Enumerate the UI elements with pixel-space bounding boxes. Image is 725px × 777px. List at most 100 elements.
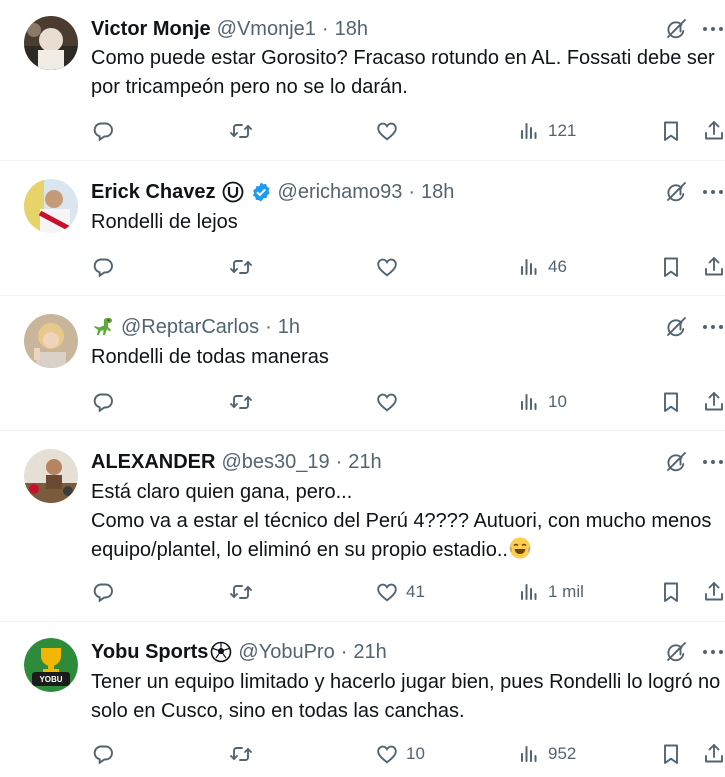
share-button[interactable] [702, 254, 725, 280]
author-name[interactable]: Erick Chavez [91, 181, 216, 204]
grok-icon[interactable] [663, 639, 689, 665]
views-icon [517, 742, 541, 766]
retweet-button[interactable] [229, 741, 260, 767]
avatar[interactable] [24, 16, 78, 70]
share-icon [702, 390, 725, 414]
timestamp[interactable]: 1h [278, 316, 300, 339]
bookmark-button[interactable] [659, 389, 683, 415]
timestamp[interactable]: 18h [335, 18, 368, 41]
views-button[interactable]: 952 [517, 741, 576, 767]
views-button[interactable]: 10 [517, 389, 567, 415]
views-icon [517, 390, 541, 414]
tweet-text: Tener un equipo limitado y hacerlo jugar… [91, 671, 721, 722]
author-handle[interactable]: @Vmonje1 [217, 18, 316, 41]
bookmark-button[interactable] [659, 118, 683, 144]
share-icon [702, 255, 725, 279]
bookmark-button[interactable] [659, 579, 683, 605]
tweet-text: Está claro quien gana, pero... Como va a… [91, 478, 721, 565]
tweet-header: ALEXANDER @bes30_19 · 21h [91, 449, 382, 475]
tweet-header: Erick Chavez @erichamo93 · 18h [91, 179, 454, 205]
tweet[interactable]: ALEXANDER @bes30_19 · 21h Está claro qui… [0, 431, 725, 622]
view-count: 1 mil [548, 582, 584, 601]
avatar[interactable] [24, 314, 78, 368]
tweet[interactable]: YOBU Yobu Sports @YobuPro · 21h Tener un… [0, 622, 725, 777]
more-icon[interactable] [700, 16, 725, 42]
crying-laughing-emoji-icon [508, 536, 532, 560]
retweet-button[interactable] [229, 389, 260, 415]
reply-button[interactable] [91, 389, 122, 415]
heart-icon [375, 255, 399, 279]
share-icon [702, 742, 725, 766]
view-count: 10 [548, 392, 567, 411]
more-icon[interactable] [700, 179, 725, 205]
heart-icon [375, 390, 399, 414]
tweet-header: Victor Monje @Vmonje1 · 18h [91, 16, 368, 42]
like-button[interactable] [375, 118, 406, 144]
timestamp[interactable]: 18h [421, 181, 454, 204]
tweet-header: Yobu Sports @YobuPro · 21h [91, 639, 387, 665]
bookmark-button[interactable] [659, 254, 683, 280]
author-name[interactable]: Yobu Sports [91, 641, 208, 664]
reply-button[interactable] [91, 118, 122, 144]
grok-icon[interactable] [663, 314, 689, 340]
share-button[interactable] [702, 741, 725, 767]
share-button[interactable] [702, 118, 725, 144]
author-handle[interactable]: @erichamo93 [278, 181, 403, 204]
share-button[interactable] [702, 389, 725, 415]
retweet-button[interactable] [229, 254, 260, 280]
tweet-text: Como puede estar Gorosito? Fracaso rotun… [91, 47, 721, 98]
tweet-text: Rondelli de todas maneras [91, 346, 329, 368]
retweet-button[interactable] [229, 118, 260, 144]
grok-icon[interactable] [663, 449, 689, 475]
reply-button[interactable] [91, 741, 122, 767]
timestamp[interactable]: 21h [353, 641, 386, 664]
tweet[interactable]: Victor Monje @Vmonje1 · 18h Como puede e… [0, 0, 725, 161]
views-icon [517, 255, 541, 279]
more-icon[interactable] [700, 314, 725, 340]
author-name[interactable]: ALEXANDER [91, 451, 215, 474]
tweet-text-body: Está claro quien gana, pero... Como va a… [91, 481, 712, 561]
retweet-icon [229, 742, 253, 766]
separator: · [321, 17, 329, 40]
tweet[interactable]: Erick Chavez @erichamo93 · 18h Rondelli … [0, 161, 725, 296]
views-button[interactable]: 46 [517, 254, 567, 280]
retweet-button[interactable] [229, 579, 260, 605]
tweet-header: @ReptarCarlos · 1h [91, 314, 300, 340]
author-handle[interactable]: @ReptarCarlos [121, 316, 259, 339]
reply-button[interactable] [91, 579, 122, 605]
bookmark-button[interactable] [659, 741, 683, 767]
share-button[interactable] [702, 579, 725, 605]
heart-icon [375, 742, 399, 766]
verified-icon [250, 181, 272, 203]
author-handle[interactable]: @YobuPro [238, 641, 334, 664]
more-icon[interactable] [700, 639, 725, 665]
bookmark-icon [659, 580, 683, 604]
like-count: 41 [406, 582, 425, 601]
reply-icon [91, 119, 115, 143]
avatar[interactable] [24, 449, 78, 503]
views-button[interactable]: 121 [517, 118, 576, 144]
retweet-icon [229, 580, 253, 604]
like-button[interactable] [375, 389, 406, 415]
views-button[interactable]: 1 mil [517, 579, 584, 605]
view-count: 46 [548, 257, 567, 276]
heart-icon [375, 119, 399, 143]
like-count: 10 [406, 744, 425, 763]
author-handle[interactable]: @bes30_19 [221, 451, 329, 474]
like-button[interactable] [375, 254, 406, 280]
more-icon[interactable] [700, 449, 725, 475]
grok-icon[interactable] [663, 16, 689, 42]
svg-text:YOBU: YOBU [39, 675, 62, 684]
grok-icon[interactable] [663, 179, 689, 205]
like-button[interactable]: 10 [375, 741, 425, 767]
avatar[interactable]: YOBU [24, 638, 78, 692]
tweet[interactable]: @ReptarCarlos · 1h Rondelli de todas man… [0, 296, 725, 431]
separator: · [265, 315, 272, 338]
author-name[interactable]: Victor Monje [91, 18, 211, 41]
like-button[interactable]: 41 [375, 579, 425, 605]
avatar[interactable] [24, 179, 78, 233]
separator: · [340, 640, 348, 663]
timestamp[interactable]: 21h [348, 451, 381, 474]
reply-button[interactable] [91, 254, 122, 280]
reply-icon [91, 390, 115, 414]
